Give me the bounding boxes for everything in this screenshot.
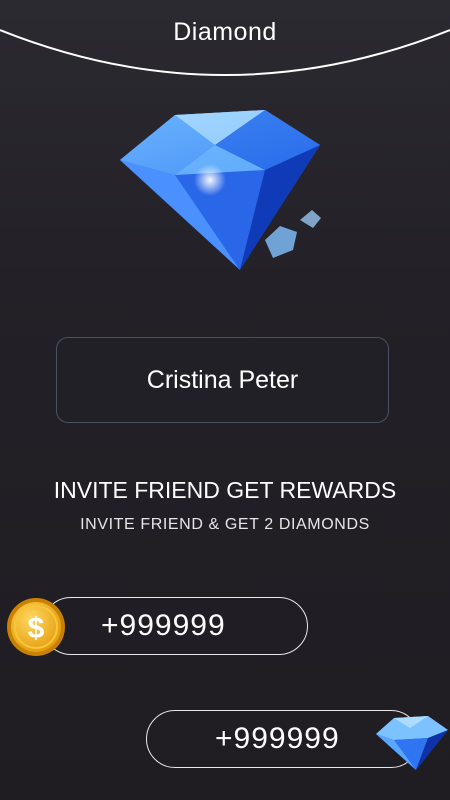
diamond-icon — [376, 716, 448, 770]
invite-title: INVITE FRIEND GET REWARDS — [53, 477, 397, 503]
coin-reward-value: +999999 — [101, 609, 226, 642]
username-text: Cristina Peter — [146, 365, 299, 394]
hero-diamond-icon — [120, 110, 321, 270]
page-title: Diamond — [173, 18, 277, 46]
svg-text:$: $ — [28, 612, 45, 645]
dollar-coin-icon: $ — [7, 598, 65, 656]
diamond-reward-value: +999999 — [215, 722, 340, 755]
invite-subtitle: INVITE FRIEND & GET 2 DIAMONDS — [80, 516, 370, 533]
coin-reward-pill[interactable]: +999999 — [42, 597, 308, 655]
username-box[interactable]: Cristina Peter — [56, 337, 389, 423]
